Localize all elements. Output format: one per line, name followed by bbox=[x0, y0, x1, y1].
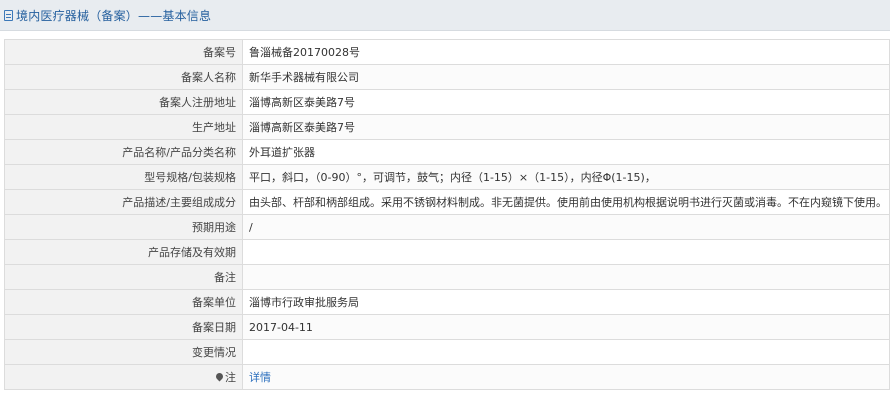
table-row: 产品描述/主要组成成分 由头部、杆部和柄部组成。采用不锈钢材料制成。非无菌提供。… bbox=[4, 189, 890, 215]
row-value bbox=[242, 339, 890, 365]
row-label: 备案单位 bbox=[4, 289, 243, 315]
row-value: 淄博高新区泰美路7号 bbox=[242, 89, 890, 115]
table-row: 预期用途 / bbox=[4, 214, 890, 240]
details-link[interactable]: 详情 bbox=[249, 371, 271, 384]
table-row: 型号规格/包装规格 平口，斜口，（0-90）°，可调节，鼓气；内径（1-15）×… bbox=[4, 164, 890, 190]
row-label: 变更情况 bbox=[4, 339, 243, 365]
table-row: 备案单位 淄博市行政审批服务局 bbox=[4, 289, 890, 315]
document-icon bbox=[4, 9, 13, 21]
note-value-cell: 详情 bbox=[242, 364, 890, 390]
row-value: 鲁淄械备20170028号 bbox=[242, 39, 890, 65]
pin-icon bbox=[214, 371, 225, 382]
row-value: / bbox=[242, 214, 890, 240]
page-header: 境内医疗器械（备案）——基本信息 bbox=[0, 0, 890, 31]
table-row: 备案号 鲁淄械备20170028号 bbox=[4, 39, 890, 65]
note-row: 注 详情 bbox=[4, 364, 890, 390]
row-label: 产品名称/产品分类名称 bbox=[4, 139, 243, 165]
row-label: 预期用途 bbox=[4, 214, 243, 240]
table-row: 生产地址 淄博高新区泰美路7号 bbox=[4, 114, 890, 140]
page-title: 境内医疗器械（备案）——基本信息 bbox=[16, 8, 212, 23]
row-label: 生产地址 bbox=[4, 114, 243, 140]
note-label: 注 bbox=[225, 371, 236, 384]
row-label: 备案人注册地址 bbox=[4, 89, 243, 115]
row-value: 2017-04-11 bbox=[242, 314, 890, 340]
table-row: 备案人注册地址 淄博高新区泰美路7号 bbox=[4, 89, 890, 115]
table-row: 备案人名称 新华手术器械有限公司 bbox=[4, 64, 890, 90]
row-value: 淄博市行政审批服务局 bbox=[242, 289, 890, 315]
row-value bbox=[242, 264, 890, 290]
table-row: 备案日期 2017-04-11 bbox=[4, 314, 890, 340]
row-label: 产品存储及有效期 bbox=[4, 239, 243, 265]
info-table: 备案号 鲁淄械备20170028号 备案人名称 新华手术器械有限公司 备案人注册… bbox=[4, 39, 890, 390]
table-row: 备注 bbox=[4, 264, 890, 290]
row-label: 型号规格/包装规格 bbox=[4, 164, 243, 190]
row-value: 由头部、杆部和柄部组成。采用不锈钢材料制成。非无菌提供。使用前由使用机构根据说明… bbox=[242, 189, 890, 215]
table-row: 产品名称/产品分类名称 外耳道扩张器 bbox=[4, 139, 890, 165]
row-label: 备案日期 bbox=[4, 314, 243, 340]
row-value bbox=[242, 239, 890, 265]
note-label-cell: 注 bbox=[4, 364, 243, 390]
table-row: 产品存储及有效期 bbox=[4, 239, 890, 265]
row-label: 备注 bbox=[4, 264, 243, 290]
row-label: 备案号 bbox=[4, 39, 243, 65]
table-row: 变更情况 bbox=[4, 339, 890, 365]
row-value: 平口，斜口，（0-90）°，可调节，鼓气；内径（1-15）×（1-15），内径Φ… bbox=[242, 164, 890, 190]
row-label: 产品描述/主要组成成分 bbox=[4, 189, 243, 215]
row-value: 新华手术器械有限公司 bbox=[242, 64, 890, 90]
row-label: 备案人名称 bbox=[4, 64, 243, 90]
row-value: 淄博高新区泰美路7号 bbox=[242, 114, 890, 140]
row-value: 外耳道扩张器 bbox=[242, 139, 890, 165]
